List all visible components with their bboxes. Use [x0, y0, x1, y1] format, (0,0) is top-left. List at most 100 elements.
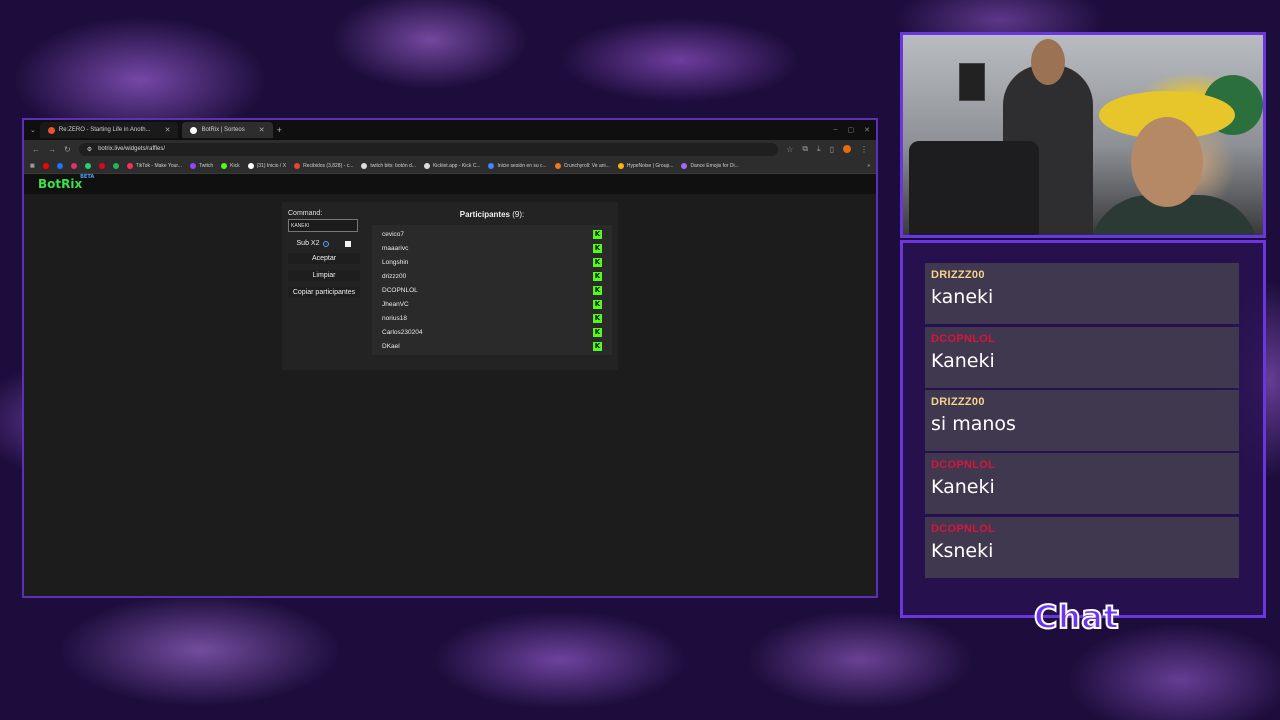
accept-button[interactable]: Aceptar: [288, 253, 360, 264]
site-info-icon[interactable]: ⚙: [87, 146, 92, 153]
participant-row: cevico7 K: [372, 227, 612, 241]
tab-title: Re:ZERO - Starting Life in Anoth...: [58, 127, 151, 133]
crunchyroll-icon: [554, 162, 561, 169]
chat-message: DCOPNLOL Kaneki: [925, 327, 1239, 388]
participant-row: JheanVC K: [372, 297, 612, 311]
download-icon[interactable]: ⤓: [817, 144, 821, 154]
bookmark-item[interactable]: TikTok - Make Your...: [126, 162, 182, 169]
wall-poster: [959, 63, 985, 101]
close-window-icon[interactable]: ✕: [864, 126, 870, 134]
participant-name: Carlos230204: [382, 328, 423, 336]
profile-avatar-icon[interactable]: [843, 145, 851, 153]
address-bar: ← → ↻ ⚙ botrix.live/widgets/raffles/ ☆ ⧉…: [24, 140, 876, 158]
tab-strip: ⌄ Re:ZERO - Starting Life in Anoth... ✕ …: [24, 120, 876, 140]
chat-text: si manos: [931, 413, 1016, 435]
participant-row: drizzz00 K: [372, 269, 612, 283]
emoji-icon: [681, 162, 688, 169]
crunchyroll-favicon-icon: [47, 126, 55, 134]
maximize-icon[interactable]: ▢: [848, 126, 855, 134]
chat-username: DCOPNLOL: [931, 459, 996, 471]
bookmark-star-icon[interactable]: ☆: [786, 145, 793, 154]
more-bookmarks-icon[interactable]: »: [867, 163, 870, 169]
bookmark-youtube-icon[interactable]: [42, 162, 49, 169]
hypenoise-icon: [617, 162, 624, 169]
bookmark-item[interactable]: Crunchyroll: Ve ani...: [554, 162, 610, 169]
command-label: Command:: [288, 210, 323, 217]
kick-icon: K: [593, 313, 602, 323]
participant-row: maaarivc K: [372, 241, 612, 255]
minimize-icon[interactable]: –: [834, 126, 838, 134]
kick-icon: K: [593, 285, 602, 295]
kick-icon: K: [593, 271, 602, 281]
participant-name: cevico7: [382, 230, 405, 238]
address-bar-actions: ☆ ⧉ ⤓ ▯ ⋮: [786, 144, 868, 154]
apps-grid-icon[interactable]: ▦: [30, 163, 35, 169]
chat-title: Chat: [1033, 597, 1120, 637]
sub-x2-row: Sub X2 i: [288, 240, 360, 247]
reload-icon[interactable]: ↻: [64, 145, 71, 154]
chat-panel: DRIZZZ00 kaneki DCOPNLOL Kaneki DRIZZZ00…: [900, 240, 1266, 618]
bookmark-item[interactable]: Dance Emojis for Di...: [681, 162, 739, 169]
participant-name: Longshin: [382, 258, 409, 266]
close-tab-icon[interactable]: ✕: [259, 126, 265, 134]
bookmark-item[interactable]: Kick: [221, 162, 240, 169]
chat-message: DRIZZZ00 si manos: [925, 390, 1239, 451]
beta-badge: BETA: [80, 174, 95, 180]
bookmark-facebook-icon[interactable]: [56, 162, 63, 169]
participant-row: Carlos230204 K: [372, 325, 612, 339]
bookmark-pinterest-icon[interactable]: [98, 162, 105, 169]
participants-title: Participantes (9):: [459, 210, 525, 219]
gaming-chair: [909, 141, 1039, 235]
back-icon[interactable]: ←: [32, 145, 40, 154]
command-input[interactable]: KANEKI: [288, 219, 358, 232]
chat-message: DCOPNLOL Kaneki: [925, 453, 1239, 514]
kicklet-icon: [423, 162, 430, 169]
participant-name: JheanVC: [382, 300, 409, 308]
bookmark-item[interactable]: HypeNoise | Group...: [617, 162, 673, 169]
participant-row: DCOPNLOL K: [372, 283, 612, 297]
forward-icon[interactable]: →: [48, 145, 56, 154]
menu-icon[interactable]: ⋮: [860, 145, 868, 154]
bookmark-whatsapp-icon[interactable]: [84, 162, 91, 169]
bookmark-instagram-icon[interactable]: [70, 162, 77, 169]
streamer-face: [1131, 117, 1203, 207]
copy-participants-button[interactable]: Copiar participantes: [288, 287, 360, 298]
twitch-icon: [189, 162, 196, 169]
new-tab-icon[interactable]: +: [277, 125, 282, 135]
chat-message: DRIZZZ00 kaneki: [925, 263, 1239, 324]
login-icon: [488, 162, 495, 169]
url-field[interactable]: ⚙ botrix.live/widgets/raffles/: [78, 142, 779, 156]
window-controls: – ▢ ✕: [834, 126, 870, 134]
sidepanel-icon[interactable]: ▯: [830, 145, 834, 154]
info-icon[interactable]: i: [323, 240, 330, 247]
bookmark-item[interactable]: Twitch: [189, 162, 213, 169]
close-tab-icon[interactable]: ✕: [165, 126, 171, 134]
chat-username: DCOPNLOL: [931, 523, 996, 535]
bookmarks-bar: ▦ TikTok - Make Your... Twitch Kick (31)…: [24, 158, 876, 174]
kick-icon: K: [593, 229, 602, 239]
bookmark-item[interactable]: Inicie sesión en su c...: [488, 162, 547, 169]
bookmark-item[interactable]: Kicklet.app - Kick C...: [423, 162, 480, 169]
tab-search-icon[interactable]: ⌄: [30, 126, 36, 134]
extensions-icon[interactable]: ⧉: [802, 144, 808, 154]
bookmark-item[interactable]: twitch bits: botón d...: [361, 162, 416, 169]
kick-icon: [221, 162, 228, 169]
tab-rezero[interactable]: Re:ZERO - Starting Life in Anoth... ✕: [39, 122, 179, 138]
kick-icon: K: [593, 299, 602, 309]
bookmark-item[interactable]: Recibidos (3,828) - c...: [294, 162, 353, 169]
bookmark-spotify-icon[interactable]: [112, 162, 119, 169]
site-header: BotRix BETA: [24, 174, 876, 194]
bookmark-item[interactable]: (31) Inicio / X: [247, 162, 286, 169]
gmail-icon: [294, 162, 301, 169]
tab-botrix[interactable]: BotRix | Sorteos ✕: [182, 122, 273, 138]
clear-button[interactable]: Limpiar: [288, 270, 360, 281]
participant-name: DCOPNLOL: [382, 286, 418, 294]
chat-text: kaneki: [931, 286, 994, 308]
kick-icon: K: [593, 341, 602, 351]
botrix-logo[interactable]: BotRix BETA: [38, 174, 94, 191]
raffle-controls: Command: KANEKI Sub X2 i Aceptar Limpiar…: [288, 210, 360, 298]
sub-x2-checkbox[interactable]: [345, 240, 352, 247]
participants-count: (9):: [512, 210, 525, 219]
browser-window: ⌄ Re:ZERO - Starting Life in Anoth... ✕ …: [22, 118, 878, 598]
page-content: Command: KANEKI Sub X2 i Aceptar Limpiar…: [24, 194, 876, 596]
